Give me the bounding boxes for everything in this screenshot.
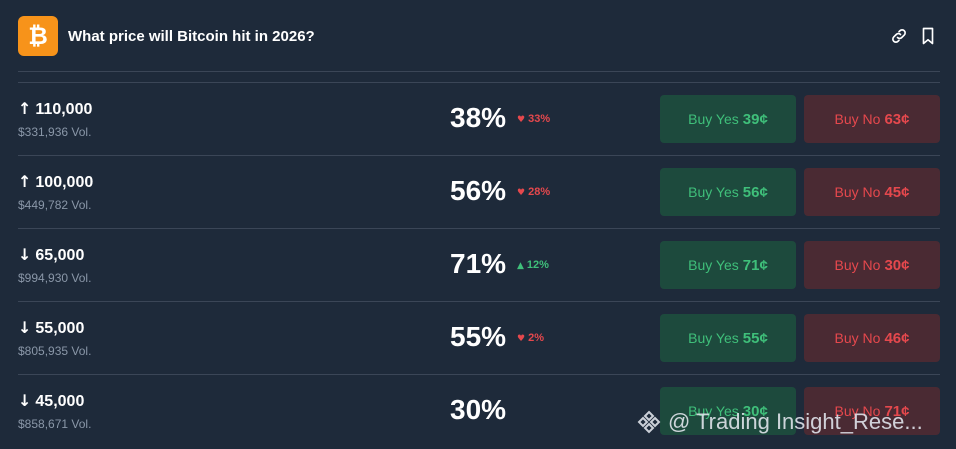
header-divider bbox=[18, 71, 940, 72]
link-icon[interactable] bbox=[890, 27, 908, 45]
arrow-down-icon: ↓ bbox=[18, 245, 32, 264]
page-title: What price will Bitcoin hit in 2026? bbox=[68, 27, 315, 45]
change-value: 28% bbox=[528, 186, 551, 198]
market-list: ↑ 110,000 $331,936 Vol. 38% ♥ 33% Buy Yes 39¢ Bu… bbox=[18, 82, 940, 447]
market-target: ↓ 55,000 bbox=[18, 318, 84, 338]
arrow-down-icon: ↓ bbox=[18, 391, 32, 410]
bookmark-icon[interactable] bbox=[920, 27, 936, 45]
market-probability: 38% bbox=[450, 102, 507, 133]
buy-no-button[interactable]: Buy No 45¢ bbox=[804, 168, 940, 216]
change-indicator: ♥ 33% bbox=[517, 113, 550, 125]
buy-yes-button[interactable]: Buy Yes 56¢ bbox=[660, 168, 796, 216]
bitcoin-logo-icon: ₿ bbox=[18, 16, 58, 56]
header-actions bbox=[890, 27, 940, 45]
change-value: 2% bbox=[528, 332, 544, 344]
buy-no-label: Buy No bbox=[834, 257, 881, 273]
buy-no-price: 30¢ bbox=[884, 256, 910, 274]
market-volume: $858,671 Vol. bbox=[18, 417, 92, 431]
target-price: 100,000 bbox=[35, 174, 94, 191]
buy-yes-price: 71¢ bbox=[742, 256, 768, 274]
arrow-down-icon: ↓ bbox=[18, 318, 32, 337]
buy-yes-button[interactable]: Buy Yes 39¢ bbox=[660, 95, 796, 143]
market-row[interactable]: ↑ 110,000 $331,936 Vol. 38% ♥ 33% Buy Yes 39¢ Bu… bbox=[18, 82, 940, 155]
heart-down-icon: ♥ bbox=[517, 188, 526, 198]
market-target: ↓ 45,000 bbox=[18, 391, 84, 411]
buy-no-button[interactable]: Buy No 63¢ bbox=[804, 95, 940, 143]
target-price: 45,000 bbox=[35, 393, 85, 410]
buy-yes-label: Buy Yes bbox=[688, 184, 739, 200]
triangle-up-icon: ▲ bbox=[517, 261, 524, 271]
buy-no-price: 46¢ bbox=[884, 329, 910, 347]
buy-no-label: Buy No bbox=[834, 111, 881, 127]
market-probability: 30% bbox=[450, 394, 507, 425]
market-probability: 71% bbox=[450, 248, 507, 279]
market-probability: 56% bbox=[450, 175, 507, 206]
market-volume: $805,935 Vol. bbox=[18, 344, 92, 358]
buy-yes-price: 39¢ bbox=[742, 110, 768, 128]
market-probability: 55% bbox=[450, 321, 507, 352]
buy-yes-label: Buy Yes bbox=[688, 111, 739, 127]
change-indicator: ▲ 12% bbox=[517, 259, 549, 271]
buy-yes-button[interactable]: Buy Yes 55¢ bbox=[660, 314, 796, 362]
heart-down-icon: ♥ bbox=[517, 115, 526, 125]
change-indicator: ♥ 28% bbox=[517, 186, 550, 198]
buy-no-button[interactable]: Buy No 46¢ bbox=[804, 314, 940, 362]
market-volume: $994,930 Vol. bbox=[18, 271, 92, 285]
target-price: 110,000 bbox=[35, 101, 93, 118]
market-row[interactable]: ↑ 100,000 $449,782 Vol. 56% ♥ 28% Buy Yes 56¢ Bu… bbox=[18, 155, 940, 228]
target-price: 65,000 bbox=[35, 247, 85, 264]
buy-no-price: 63¢ bbox=[884, 110, 910, 128]
market-volume: $331,936 Vol. bbox=[18, 125, 92, 139]
buy-yes-price: 55¢ bbox=[742, 329, 768, 347]
watermark-text: @ Trading Insight_Rese... bbox=[668, 409, 923, 434]
buy-yes-label: Buy Yes bbox=[688, 257, 739, 273]
watermark: @ Trading Insight_Rese... bbox=[636, 409, 923, 435]
market-row[interactable]: ↓ 55,000 $805,935 Vol. 55% ♥ 2% Buy Yes 55¢ Buy … bbox=[18, 301, 940, 374]
market-target: ↓ 65,000 bbox=[18, 245, 84, 265]
buy-yes-price: 56¢ bbox=[742, 183, 768, 201]
market-row[interactable]: ↓ 65,000 $994,930 Vol. 71% ▲ 12% Buy Yes 71¢ Buy… bbox=[18, 228, 940, 301]
buy-no-label: Buy No bbox=[834, 184, 881, 200]
buy-no-button[interactable]: Buy No 30¢ bbox=[804, 241, 940, 289]
buy-no-label: Buy No bbox=[834, 330, 881, 346]
heart-down-icon: ♥ bbox=[517, 334, 526, 344]
market-target: ↑ 100,000 bbox=[18, 172, 93, 192]
buy-no-price: 45¢ bbox=[884, 183, 910, 201]
arrow-up-icon: ↑ bbox=[18, 172, 32, 191]
change-value: 12% bbox=[526, 259, 549, 271]
change-value: 33% bbox=[528, 113, 551, 125]
market-header: ₿ What price will Bitcoin hit in 2026? bbox=[18, 16, 940, 56]
change-indicator: ♥ 2% bbox=[517, 332, 544, 344]
target-price: 55,000 bbox=[35, 320, 85, 337]
market-volume: $449,782 Vol. bbox=[18, 198, 92, 212]
buy-yes-button[interactable]: Buy Yes 71¢ bbox=[660, 241, 796, 289]
buy-yes-label: Buy Yes bbox=[688, 330, 739, 346]
binance-square-icon bbox=[637, 410, 661, 434]
market-target: ↑ 110,000 bbox=[18, 99, 92, 119]
arrow-up-icon: ↑ bbox=[18, 99, 32, 118]
